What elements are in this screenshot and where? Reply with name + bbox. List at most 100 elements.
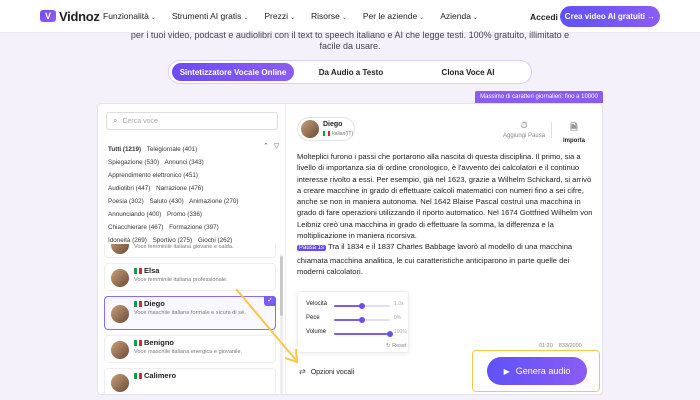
category-controls: ⌃ ▽ <box>258 142 279 150</box>
slider-fill <box>334 333 390 335</box>
category-chip[interactable]: Sportivo (275) <box>153 237 193 244</box>
search-placeholder: Cerca voce <box>122 117 158 125</box>
slider-handle[interactable] <box>359 303 365 309</box>
category-chip[interactable]: Idoneità (269) <box>108 237 147 244</box>
voice-card-diego[interactable]: Diego Voce maschile italiana formale e s… <box>104 296 276 330</box>
char-counter: 01:20 833/2000 <box>539 343 582 349</box>
category-chip[interactable]: Formazione (397) <box>169 224 219 231</box>
category-chip[interactable]: Tutti (1219) <box>108 146 141 153</box>
import-button[interactable]: 🗎 Importa <box>563 120 585 144</box>
create-video-button[interactable]: Crea video AI gratuiti → <box>560 6 660 27</box>
category-chip[interactable]: Giochi (262) <box>198 237 232 244</box>
duration-label: 01:20 <box>539 343 553 349</box>
italy-flag-icon <box>134 340 143 346</box>
category-chip[interactable]: Promo (336) <box>167 211 202 218</box>
slider-value: 1.0x <box>394 301 404 307</box>
voice-name: Diego <box>144 299 165 308</box>
reset-button[interactable]: ↻ Reset <box>386 343 407 349</box>
mode-tabs: Sintetizzatore Vocale Online Da Audio a … <box>168 60 532 84</box>
avatar <box>301 120 319 138</box>
nav-item-prezzi[interactable]: Prezzi ⌄ <box>264 11 295 21</box>
avatar <box>111 244 129 254</box>
script-textarea[interactable]: Molteplici furono i passi che portarono … <box>297 151 597 277</box>
generate-audio-button[interactable]: ▶ Genera audio <box>487 357 587 385</box>
nav-item-strumenti[interactable]: Strumenti AI gratis ⌄ <box>172 11 248 21</box>
tab-clona-voce[interactable]: Clona Voce AI <box>408 63 528 81</box>
category-chip[interactable]: Annunciando (400) <box>108 211 161 218</box>
pause-tag[interactable]: Pausa 1s <box>297 245 327 252</box>
char-count: 833/2000 <box>558 343 582 349</box>
slider-value: 0% <box>394 315 402 321</box>
page-subtitle: per i tuoi video, podcast e audiolibri c… <box>120 30 580 52</box>
collapse-icon[interactable]: ⌃ <box>263 143 269 150</box>
voice-card-elsa[interactable]: Elsa Voce femminile italiana professiona… <box>104 263 276 291</box>
logo[interactable]: V Vidnoz <box>40 9 102 24</box>
italy-flag-icon <box>323 131 330 136</box>
search-icon: ⌕ <box>113 116 118 125</box>
category-chip[interactable]: Spiegazione (530) <box>108 159 159 166</box>
avatar <box>111 305 129 323</box>
timer-icon: ⏱ <box>520 120 528 130</box>
search-input[interactable]: ⌕ Cerca voce <box>106 112 278 130</box>
italy-flag-icon <box>134 301 143 307</box>
slider-track[interactable] <box>334 303 390 309</box>
add-pause-button[interactable]: ⏱ Aggiungi Pausa <box>503 120 545 139</box>
slider-label: Volume <box>306 329 327 335</box>
tab-audio-testo[interactable]: Da Audio a Testo <box>294 63 408 81</box>
play-icon: ▶ <box>503 366 510 376</box>
voice-name: Elsa <box>144 266 160 275</box>
speaker-name: Diego <box>323 121 343 128</box>
reset-label: Reset <box>392 343 407 349</box>
voice-card-calimero[interactable]: Calimero <box>104 368 276 394</box>
nav-menu: Funzionalità ⌄ Strumenti AI gratis ⌄ Prezz… <box>103 11 494 21</box>
category-chip[interactable]: Audiolibri (447) <box>108 185 150 192</box>
voice-card-benigno[interactable]: Benigno Voce maschile italiana energica … <box>104 335 276 363</box>
speed-slider[interactable]: Velocità 1.0x <box>298 301 410 311</box>
chevron-down-icon: ⌄ <box>472 15 478 21</box>
logo-icon: V <box>40 10 56 22</box>
nav-item-funzionalita[interactable]: Funzionalità ⌄ <box>103 11 156 21</box>
nav-item-azienda[interactable]: Azienda ⌄ <box>440 11 478 21</box>
voice-desc: Voce maschile italiana formale e sicura … <box>134 310 246 316</box>
document-icon: 🗎 <box>570 122 578 132</box>
voice-desc: Voce maschile italiana energica e giovan… <box>134 349 243 355</box>
nav-item-aziende[interactable]: Per le aziende ⌄ <box>363 11 424 21</box>
script-text: Tra il 1834 e il 1837 Charles Babbage la… <box>297 242 573 276</box>
category-chip[interactable]: Apprendimento elettronico (451) <box>108 172 198 179</box>
tab-sintetizzatore[interactable]: Sintetizzatore Vocale Online <box>172 63 294 81</box>
category-chip[interactable]: Chiacchierare (467) <box>108 224 163 231</box>
voice-selector: ⌕ Cerca voce Tutti (1219) Telegiornale (… <box>98 104 286 394</box>
slider-handle[interactable] <box>359 317 365 323</box>
category-chip[interactable]: Animazione (270) <box>189 198 238 205</box>
slider-track[interactable] <box>334 317 390 323</box>
divider <box>551 122 552 138</box>
slider-handle[interactable] <box>387 331 393 337</box>
voice-name: Benigno <box>144 338 174 347</box>
voice-options-toggle[interactable]: ⇄ Opzioni vocali <box>299 367 354 376</box>
category-chip[interactable]: Saluto (430) <box>149 198 183 205</box>
category-chip[interactable]: Annunci (343) <box>165 159 204 166</box>
italy-flag-icon <box>134 373 143 379</box>
voice-card[interactable]: Voce femminile italiana giovane e calda. <box>104 244 276 258</box>
voice-settings-popover: Velocità 1.0x Pece 0% Volume 100% ↻ Rese… <box>297 291 409 353</box>
voice-list: Voce femminile italiana giovane e calda.… <box>104 244 278 394</box>
category-chip[interactable]: Telegiornale (401) <box>147 146 197 153</box>
filter-icon[interactable]: ▽ <box>274 143 279 150</box>
category-filters: Tutti (1219) Telegiornale (401) Spiegazi… <box>108 143 276 247</box>
pitch-slider[interactable]: Pece 0% <box>298 315 410 325</box>
slider-track[interactable] <box>334 331 393 337</box>
script-text: Molteplici furono i passi che portarono … <box>297 152 593 241</box>
chevron-down-icon: ⌄ <box>341 15 347 21</box>
chevron-down-icon: ⌄ <box>289 15 296 21</box>
chevron-down-icon: ⌄ <box>243 15 249 21</box>
scrollbar-thumb[interactable] <box>280 256 283 316</box>
category-chip[interactable]: Narrazione (476) <box>156 185 203 192</box>
chevron-down-icon: ⌄ <box>419 15 425 21</box>
volume-slider[interactable]: Volume 100% <box>298 329 410 339</box>
login-link[interactable]: Accedi <box>530 12 558 22</box>
slider-label: Velocità <box>306 301 328 307</box>
nav-item-risorse[interactable]: Risorse ⌄ <box>311 11 347 21</box>
category-chip[interactable]: Poesia (302) <box>108 198 144 205</box>
import-label: Importa <box>563 138 586 144</box>
current-speaker-chip[interactable]: Diego Italian(IT) <box>297 117 355 141</box>
